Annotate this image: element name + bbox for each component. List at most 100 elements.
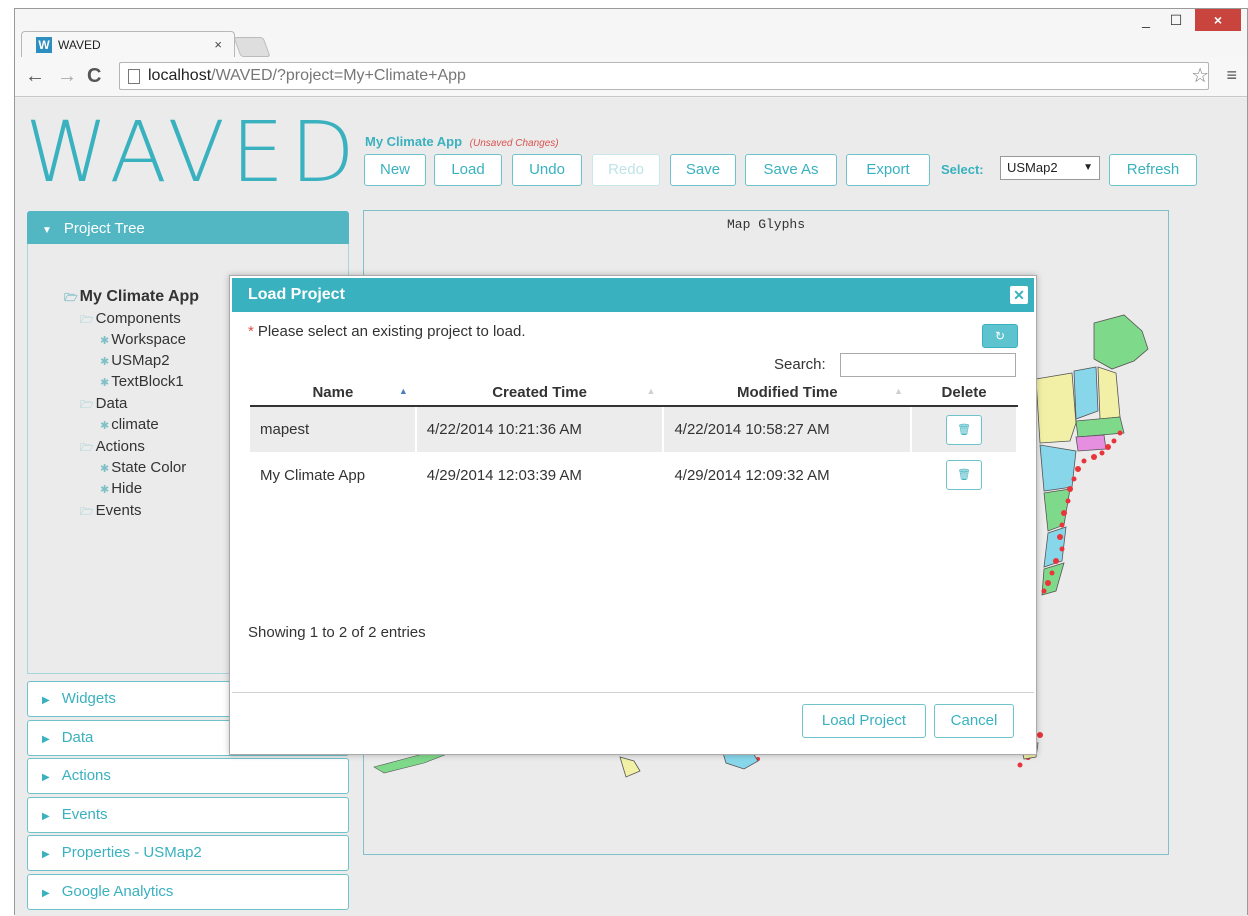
trash-icon[interactable]: 🗑 xyxy=(946,414,983,445)
column-created[interactable]: Created Time ▲ xyxy=(415,380,664,407)
project-title: My Climate App (Unsaved Changes) xyxy=(365,134,559,149)
close-icon[interactable]: ✕ xyxy=(1010,286,1028,304)
back-arrow-icon[interactable]: ← xyxy=(25,65,45,88)
reload-icon[interactable]: C xyxy=(87,65,101,88)
cancel-button[interactable]: Cancel xyxy=(934,704,1014,738)
gear-icon: ✱ xyxy=(100,420,110,432)
cell-modified: 4/29/2014 12:09:32 AM xyxy=(663,452,913,498)
folder-icon: 🗁 xyxy=(64,292,78,304)
load-button[interactable]: Load xyxy=(434,154,502,186)
panel-google-analytics[interactable]: ▶ Google Analytics xyxy=(27,874,349,910)
refresh-icon[interactable]: ↻ xyxy=(982,324,1018,348)
search-input[interactable] xyxy=(840,353,1016,377)
save-as-button[interactable]: Save As xyxy=(745,154,837,186)
select-label: Select: xyxy=(941,162,984,177)
window-close-button[interactable]: × xyxy=(1195,9,1241,31)
gear-icon: ✱ xyxy=(100,484,110,496)
column-name[interactable]: Name ▲ xyxy=(250,380,416,407)
table-row[interactable]: mapest 4/22/2014 10:21:36 AM 4/22/2014 1… xyxy=(250,406,1018,452)
panel-data-label: Data xyxy=(61,729,94,746)
tree-node-textblock1[interactable]: ✱ TextBlock1 xyxy=(100,373,184,390)
tree-node-workspace[interactable]: ✱ Workspace xyxy=(100,331,186,348)
url-host: localhost xyxy=(148,67,212,84)
bookmark-star-icon[interactable]: ☆ xyxy=(1191,63,1209,88)
column-modified-label: Modified Time xyxy=(736,384,838,401)
browser-tab[interactable]: W WAVED × xyxy=(21,31,235,59)
gear-icon: ✱ xyxy=(100,335,110,347)
cell-name: mapest xyxy=(250,406,417,452)
column-modified[interactable]: Modified Time ▲ xyxy=(663,380,912,407)
unsaved-indicator: (Unsaved Changes) xyxy=(469,138,559,149)
tree-node-climate-label: climate xyxy=(111,416,159,433)
column-created-label: Created Time xyxy=(492,384,587,401)
folder-icon: 🗁 xyxy=(80,314,94,326)
table-row[interactable]: My Climate App 4/29/2014 12:03:39 AM 4/2… xyxy=(250,452,1018,498)
save-button[interactable]: Save xyxy=(670,154,736,186)
browser-window: W WAVED × _ ☐ × ← → C localhost/WAVED/?p… xyxy=(14,8,1248,916)
trash-icon[interactable]: 🗑 xyxy=(946,460,983,490)
projects-table: Name ▲ Created Time ▲ Modified Time ▲ Delet… xyxy=(250,380,1018,498)
panel-properties-label: Properties - USMap2 xyxy=(61,844,202,861)
tree-node-workspace-label: Workspace xyxy=(111,331,186,348)
dialog-instruction: * Please select an existing project to lo… xyxy=(248,323,526,340)
waved-logo: WAVED xyxy=(25,103,361,201)
url-path: /WAVED/?project=My+Climate+App xyxy=(211,67,466,84)
panel-project-tree[interactable]: ▼ Project Tree xyxy=(27,211,349,247)
search-label: Search: xyxy=(774,356,826,373)
cell-delete: 🗑 xyxy=(911,452,1018,498)
maximize-button[interactable]: ☐ xyxy=(1163,9,1189,31)
title-bar: W WAVED × _ ☐ × xyxy=(15,9,1247,59)
tree-root[interactable]: 🗁 My Climate App xyxy=(64,288,199,308)
forward-arrow-icon[interactable]: → xyxy=(57,65,77,88)
load-project-button[interactable]: Load Project xyxy=(802,704,926,738)
state-virginia xyxy=(1043,488,1071,532)
gear-icon: ✱ xyxy=(100,356,110,368)
minimize-button[interactable]: _ xyxy=(1133,9,1159,31)
sort-icon: ▲ xyxy=(894,386,904,396)
cell-name: My Climate App xyxy=(250,452,417,498)
dialog-instruction-text: Please select an existing project to loa… xyxy=(257,323,526,340)
state-massachusetts xyxy=(1075,416,1125,438)
address-bar[interactable]: localhost/WAVED/?project=My+Climate+App xyxy=(119,62,1209,90)
state-pennsylvania xyxy=(1039,444,1077,492)
project-name: My Climate App xyxy=(365,134,463,149)
redo-button[interactable]: Redo xyxy=(592,154,660,186)
caret-right-icon: ▶ xyxy=(42,734,50,745)
tree-node-usmap2[interactable]: ✱ USMap2 xyxy=(100,352,170,369)
tree-node-state-color[interactable]: ✱ State Color xyxy=(100,459,186,476)
gear-icon: ✱ xyxy=(100,463,110,475)
tree-node-textblock1-label: TextBlock1 xyxy=(111,373,184,390)
tree-node-events[interactable]: 🗁 Events xyxy=(80,502,142,522)
tree-node-data[interactable]: 🗁 Data xyxy=(80,395,127,415)
panel-properties[interactable]: ▶ Properties - USMap2 xyxy=(27,835,349,871)
dialog-header: Load Project ✕ xyxy=(232,278,1034,312)
tree-node-climate[interactable]: ✱ climate xyxy=(100,416,159,433)
refresh-button[interactable]: Refresh xyxy=(1109,154,1197,186)
tree-node-events-label: Events xyxy=(95,502,142,519)
folder-icon: 🗁 xyxy=(80,506,94,518)
table-header-row: Name ▲ Created Time ▲ Modified Time ▲ Delet… xyxy=(250,380,1017,407)
new-button[interactable]: New xyxy=(364,154,426,186)
column-name-label: Name xyxy=(312,384,354,401)
tab-title: WAVED xyxy=(58,38,101,52)
gear-icon: ✱ xyxy=(100,377,110,389)
tree-node-components[interactable]: 🗁 Components xyxy=(80,310,181,330)
panel-actions[interactable]: ▶ Actions xyxy=(27,758,349,794)
sort-asc-icon: ▲ xyxy=(398,386,408,396)
url-text: localhost/WAVED/?project=My+Climate+App xyxy=(148,67,466,85)
app-page: WAVED My Climate App (Unsaved Changes) N… xyxy=(15,98,1247,916)
panel-google-analytics-label: Google Analytics xyxy=(61,883,174,900)
caret-down-icon: ▼ xyxy=(42,225,52,236)
widget-select[interactable]: USMap2 ▼ xyxy=(1000,156,1100,180)
state-hawaii-fragment xyxy=(619,756,641,778)
favicon-icon: W xyxy=(36,37,52,53)
panel-events[interactable]: ▶ Events xyxy=(27,797,349,833)
tree-node-actions[interactable]: 🗁 Actions xyxy=(80,438,145,458)
tree-node-hide[interactable]: ✱ Hide xyxy=(100,480,142,497)
new-tab-button[interactable] xyxy=(233,37,271,57)
menu-icon[interactable]: ≡ xyxy=(1226,65,1237,86)
tab-close-icon[interactable]: × xyxy=(214,37,222,52)
panel-widgets-label: Widgets xyxy=(61,690,116,707)
undo-button[interactable]: Undo xyxy=(512,154,582,186)
export-button[interactable]: Export xyxy=(846,154,930,186)
